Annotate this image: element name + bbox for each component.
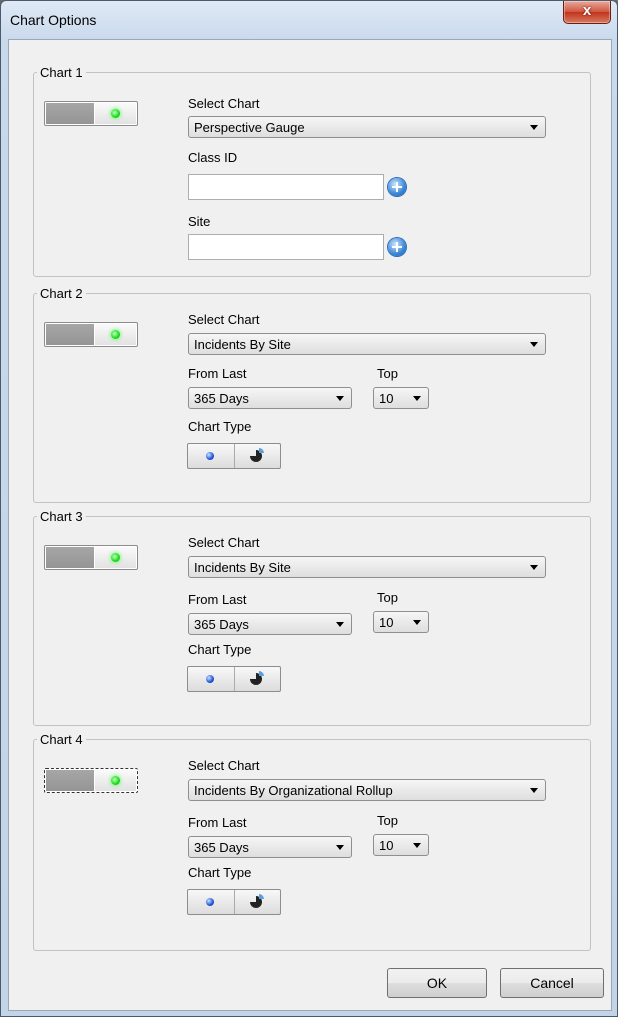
chart-1-select[interactable]: Perspective Gauge bbox=[188, 116, 546, 138]
chart-type-label: Chart Type bbox=[188, 642, 252, 657]
status-indicator-icon bbox=[111, 330, 120, 339]
select-chart-label: Select Chart bbox=[188, 758, 260, 773]
chevron-down-icon bbox=[336, 396, 344, 401]
from-last-label: From Last bbox=[188, 366, 247, 381]
chart-3-select-value: Incidents By Site bbox=[194, 560, 291, 575]
chart-type-label: Chart Type bbox=[188, 865, 252, 880]
chart-1-select-value: Perspective Gauge bbox=[194, 120, 305, 135]
pie-chart-type-option[interactable] bbox=[235, 890, 280, 914]
cancel-button[interactable]: Cancel bbox=[500, 968, 604, 998]
chart-type-label: Chart Type bbox=[188, 419, 252, 434]
chevron-down-icon bbox=[336, 622, 344, 627]
status-indicator-icon bbox=[111, 553, 120, 562]
title-bar[interactable]: Chart Options x bbox=[1, 1, 617, 39]
select-chart-label: Select Chart bbox=[188, 96, 260, 111]
chart-3-legend: Chart 3 bbox=[40, 509, 83, 524]
chevron-down-icon bbox=[413, 396, 421, 401]
toggle-off-segment bbox=[46, 103, 94, 124]
close-button[interactable]: x bbox=[563, 1, 611, 24]
chart-4-enable-toggle[interactable] bbox=[44, 768, 138, 793]
pie-slice-icon bbox=[259, 894, 264, 899]
chevron-down-icon bbox=[530, 565, 538, 570]
toggle-off-segment bbox=[46, 770, 94, 791]
chevron-down-icon bbox=[530, 342, 538, 347]
top-label: Top bbox=[377, 813, 398, 828]
toggle-on-segment bbox=[95, 324, 136, 345]
bar-chart-icon bbox=[206, 898, 214, 906]
toggle-on-segment bbox=[95, 770, 136, 791]
pie-chart-type-option[interactable] bbox=[235, 667, 280, 691]
top-value: 10 bbox=[379, 391, 394, 406]
bar-chart-type-option[interactable] bbox=[188, 890, 235, 914]
bar-chart-icon bbox=[206, 675, 214, 683]
chevron-down-icon bbox=[336, 845, 344, 850]
bar-chart-icon bbox=[206, 452, 214, 460]
toggle-off-segment bbox=[46, 547, 94, 568]
dialog-body: Chart 1 Select Chart Perspective Gauge C… bbox=[8, 39, 612, 1011]
status-indicator-icon bbox=[111, 776, 120, 785]
from-last-label: From Last bbox=[188, 592, 247, 607]
chart-4-top-select[interactable]: 10 bbox=[373, 834, 429, 856]
site-label: Site bbox=[188, 214, 211, 229]
window-title: Chart Options bbox=[10, 12, 97, 28]
pie-chart-type-option[interactable] bbox=[235, 444, 280, 468]
site-field[interactable] bbox=[188, 234, 384, 260]
chart-2-select-value: Incidents By Site bbox=[194, 337, 291, 352]
chart-2-group: Chart 2 Select Chart Incidents By Site F… bbox=[33, 286, 591, 503]
from-last-value: 365 Days bbox=[194, 840, 249, 855]
bar-chart-type-option[interactable] bbox=[188, 667, 235, 691]
chart-2-from-last-select[interactable]: 365 Days bbox=[188, 387, 352, 409]
top-value: 10 bbox=[379, 838, 394, 853]
chart-2-enable-toggle[interactable] bbox=[44, 322, 138, 347]
chart-3-from-last-select[interactable]: 365 Days bbox=[188, 613, 352, 635]
chevron-down-icon bbox=[530, 788, 538, 793]
top-value: 10 bbox=[379, 615, 394, 630]
toggle-off-segment bbox=[46, 324, 94, 345]
chart-3-group: Chart 3 Select Chart Incidents By Site F… bbox=[33, 509, 591, 726]
chevron-down-icon bbox=[413, 620, 421, 625]
from-last-value: 365 Days bbox=[194, 617, 249, 632]
pie-slice-icon bbox=[259, 448, 264, 453]
top-label: Top bbox=[377, 590, 398, 605]
chart-3-top-select[interactable]: 10 bbox=[373, 611, 429, 633]
pie-slice-icon bbox=[259, 671, 264, 676]
from-last-value: 365 Days bbox=[194, 391, 249, 406]
chart-4-group: Chart 4 Select Chart Incidents By Organi… bbox=[33, 732, 591, 951]
top-label: Top bbox=[377, 366, 398, 381]
chart-4-legend: Chart 4 bbox=[40, 732, 83, 747]
chart-2-top-select[interactable]: 10 bbox=[373, 387, 429, 409]
chevron-down-icon bbox=[413, 843, 421, 848]
chart-options-dialog: Chart Options x Chart 1 Select Chart Per… bbox=[0, 0, 618, 1017]
chart-1-enable-toggle[interactable] bbox=[44, 101, 138, 126]
bar-chart-type-option[interactable] bbox=[188, 444, 235, 468]
chart-2-select[interactable]: Incidents By Site bbox=[188, 333, 546, 355]
select-chart-label: Select Chart bbox=[188, 535, 260, 550]
ok-button[interactable]: OK bbox=[387, 968, 487, 998]
close-icon: x bbox=[582, 2, 592, 19]
chart-4-select[interactable]: Incidents By Organizational Rollup bbox=[188, 779, 546, 801]
class-id-label: Class ID bbox=[188, 150, 238, 165]
class-id-add-icon[interactable] bbox=[388, 178, 406, 196]
chart-2-legend: Chart 2 bbox=[40, 286, 83, 301]
chart-3-enable-toggle[interactable] bbox=[44, 545, 138, 570]
chart-4-select-value: Incidents By Organizational Rollup bbox=[194, 783, 393, 798]
chart-3-type-toggle[interactable] bbox=[187, 666, 281, 692]
toggle-on-segment bbox=[95, 103, 136, 124]
status-indicator-icon bbox=[111, 109, 120, 118]
chart-3-select[interactable]: Incidents By Site bbox=[188, 556, 546, 578]
chart-1-legend: Chart 1 bbox=[40, 65, 83, 80]
from-last-label: From Last bbox=[188, 815, 247, 830]
select-chart-label: Select Chart bbox=[188, 312, 260, 327]
chart-2-type-toggle[interactable] bbox=[187, 443, 281, 469]
chart-4-from-last-select[interactable]: 365 Days bbox=[188, 836, 352, 858]
chart-1-group: Chart 1 Select Chart Perspective Gauge C… bbox=[33, 65, 591, 277]
chart-4-type-toggle[interactable] bbox=[187, 889, 281, 915]
site-add-icon[interactable] bbox=[388, 238, 406, 256]
chevron-down-icon bbox=[530, 125, 538, 130]
class-id-field[interactable] bbox=[188, 174, 384, 200]
toggle-on-segment bbox=[95, 547, 136, 568]
